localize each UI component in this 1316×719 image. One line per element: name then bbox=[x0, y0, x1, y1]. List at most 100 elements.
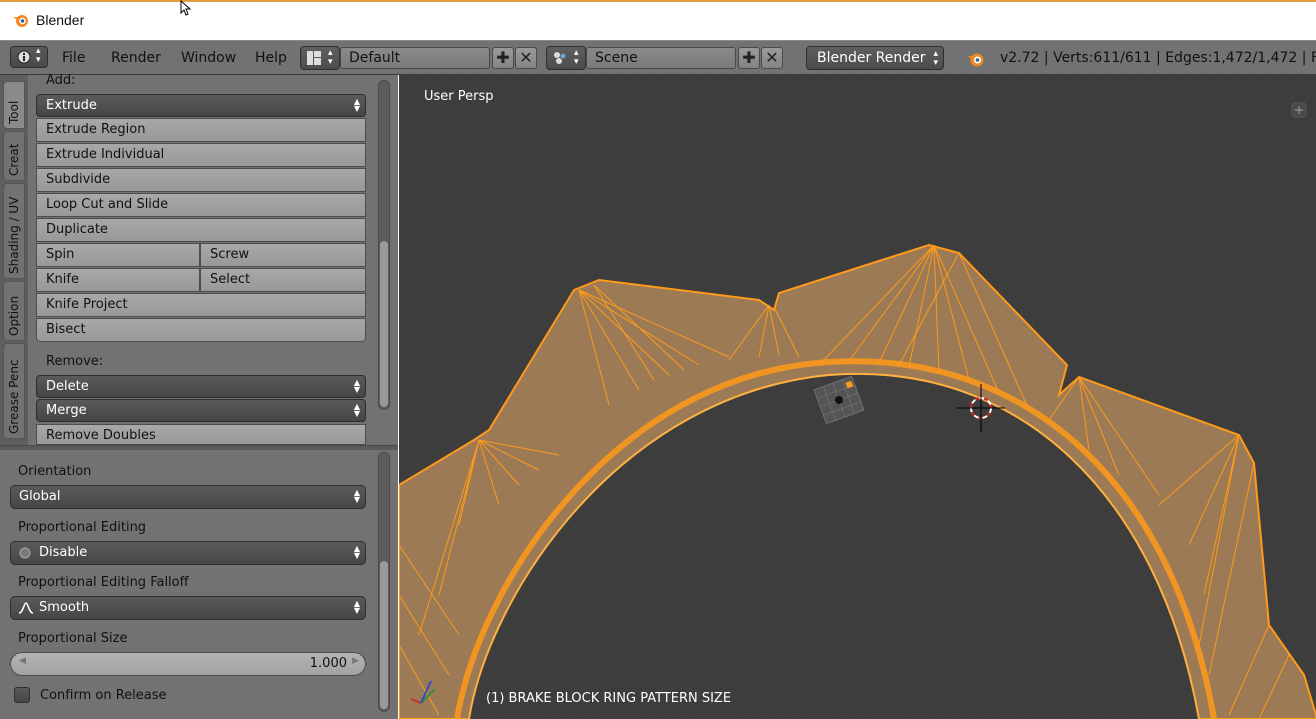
remove-section-label: Remove: bbox=[46, 354, 104, 369]
chevron-updown-icon: ▲ ▼ bbox=[353, 97, 360, 113]
view-mode-label: User Persp bbox=[424, 89, 494, 104]
tab-options-label: Option bbox=[7, 295, 21, 336]
menu-render[interactable]: Render bbox=[111, 50, 161, 66]
close-icon: ✕ bbox=[765, 48, 779, 67]
knife-select-button[interactable]: Select bbox=[200, 268, 366, 292]
info-header: ▴ ▾ File Render Window Help ▴ ▾ Default ✚ … bbox=[0, 40, 1316, 75]
operator-panel-scroll-thumb[interactable] bbox=[380, 561, 388, 709]
proportional-editing-value: Disable bbox=[39, 545, 88, 560]
proportional-editing-dropdown[interactable]: Disable ▲ ▼ bbox=[10, 541, 366, 565]
chevron-updown-icon: ▴ ▾ bbox=[36, 46, 41, 65]
remove-doubles-button[interactable]: Remove Doubles bbox=[36, 424, 366, 445]
mouse-cursor-icon bbox=[180, 0, 192, 16]
add-layout-button[interactable]: ✚ bbox=[492, 47, 514, 69]
proportional-size-field[interactable]: ◀ 1.000 ▶ bbox=[10, 652, 366, 676]
tab-tool-label: Tool bbox=[7, 100, 21, 124]
3d-viewport[interactable]: User Persp (1) BRAKE BLOCK RING PATTERN … bbox=[399, 75, 1316, 719]
screw-button[interactable]: Screw bbox=[200, 243, 366, 267]
bisect-button[interactable]: Bisect bbox=[36, 318, 366, 342]
active-object-label: (1) BRAKE BLOCK RING PATTERN SIZE bbox=[486, 691, 732, 706]
spin-button[interactable]: Spin bbox=[36, 243, 200, 267]
tool-shelf-tabs: Tool Creat Shading / UV Option Grease Pe… bbox=[0, 75, 28, 445]
falloff-label: Proportional Editing Falloff bbox=[18, 575, 189, 590]
layout-name: Default bbox=[349, 50, 401, 66]
chevron-updown-icon: ▴ ▾ bbox=[328, 48, 333, 67]
window-title: Blender bbox=[36, 12, 85, 28]
add-section-label: Add: bbox=[46, 73, 76, 88]
render-engine-dropdown[interactable]: Blender Render ▴ ▾ bbox=[806, 46, 944, 70]
chevron-updown-icon: ▲ ▼ bbox=[353, 378, 360, 394]
menu-file[interactable]: File bbox=[62, 50, 85, 66]
knife-project-button[interactable]: Knife Project bbox=[36, 293, 366, 317]
chevron-right-icon: ▶ bbox=[352, 656, 359, 666]
smooth-falloff-icon bbox=[18, 602, 34, 614]
chevron-left-icon: ◀ bbox=[19, 656, 26, 666]
chevron-updown-icon: ▲ ▼ bbox=[353, 488, 360, 504]
confirm-release-label: Confirm on Release bbox=[40, 688, 167, 703]
merge-dropdown[interactable]: Merge ▲ ▼ bbox=[36, 399, 366, 422]
scene-name: Scene bbox=[595, 50, 638, 66]
screen-layout-icon bbox=[307, 51, 321, 65]
chevron-updown-icon: ▴ ▾ bbox=[933, 49, 938, 68]
scene-icon bbox=[554, 52, 566, 64]
mesh-wireframe-render bbox=[399, 75, 1316, 719]
orientation-label: Orientation bbox=[18, 464, 92, 479]
chevron-updown-icon: ▲ ▼ bbox=[353, 402, 360, 418]
plus-icon: ✚ bbox=[496, 48, 510, 67]
subdivide-button[interactable]: Subdivide bbox=[36, 168, 366, 192]
close-icon: ✕ bbox=[519, 48, 533, 67]
orientation-dropdown[interactable]: Global ▲ ▼ bbox=[10, 485, 366, 509]
confirm-release-checkbox[interactable] bbox=[14, 687, 30, 703]
layout-name-field[interactable]: Default bbox=[340, 47, 490, 69]
tool-panel-scroll-thumb[interactable] bbox=[380, 241, 388, 407]
chevron-updown-icon: ▴ ▾ bbox=[574, 48, 579, 67]
tab-grease-pencil[interactable]: Grease Penc bbox=[3, 343, 25, 439]
tab-create[interactable]: Creat bbox=[3, 131, 25, 181]
knife-button[interactable]: Knife bbox=[36, 268, 200, 292]
viewport-region-plus-icon[interactable] bbox=[1291, 102, 1307, 118]
tab-grease-pencil-label: Grease Penc bbox=[7, 359, 21, 434]
disabled-circle-icon bbox=[19, 547, 31, 559]
blender-logo-icon bbox=[13, 15, 28, 27]
panel-divider[interactable] bbox=[0, 445, 398, 450]
add-scene-button[interactable]: ✚ bbox=[738, 47, 760, 69]
duplicate-button[interactable]: Duplicate bbox=[36, 218, 366, 242]
tab-shading-uv-label: Shading / UV bbox=[7, 196, 21, 274]
delete-scene-button[interactable]: ✕ bbox=[761, 47, 783, 69]
proportional-size-label: Proportional Size bbox=[18, 631, 128, 646]
merge-dropdown-label: Merge bbox=[46, 403, 87, 418]
tab-options[interactable]: Option bbox=[3, 281, 25, 341]
extrude-individual-button[interactable]: Extrude Individual bbox=[36, 143, 366, 167]
plus-icon: ✚ bbox=[742, 48, 756, 67]
tool-panel-scrollbar[interactable] bbox=[378, 80, 390, 410]
delete-layout-button[interactable]: ✕ bbox=[515, 47, 537, 69]
delete-dropdown[interactable]: Delete ▲ ▼ bbox=[36, 375, 366, 398]
scene-statistics: v2.72 | Verts:611/611 | Edges:1,472/1,47… bbox=[1000, 50, 1316, 66]
extrude-dropdown[interactable]: Extrude ▲ ▼ bbox=[36, 94, 366, 117]
editor-type-button[interactable]: ▴ ▾ bbox=[10, 46, 48, 68]
delete-dropdown-label: Delete bbox=[46, 379, 89, 394]
extrude-region-button[interactable]: Extrude Region bbox=[36, 118, 366, 142]
scene-name-field[interactable]: Scene bbox=[586, 47, 736, 69]
orientation-value: Global bbox=[19, 489, 61, 504]
window-titlebar: Blender bbox=[0, 0, 1316, 40]
tab-create-label: Creat bbox=[7, 143, 21, 177]
tab-shading-uv[interactable]: Shading / UV bbox=[3, 183, 25, 279]
proportional-editing-label: Proportional Editing bbox=[18, 520, 147, 535]
extrude-dropdown-label: Extrude bbox=[46, 98, 97, 113]
render-engine-label: Blender Render bbox=[817, 50, 926, 66]
falloff-value: Smooth bbox=[39, 600, 90, 615]
chevron-updown-icon: ▲ ▼ bbox=[353, 544, 360, 560]
proportional-size-value: 1.000 bbox=[309, 656, 347, 671]
operator-panel-scrollbar[interactable] bbox=[378, 452, 390, 712]
chevron-updown-icon: ▲ ▼ bbox=[353, 599, 360, 615]
menu-help[interactable]: Help bbox=[255, 50, 287, 66]
menu-window[interactable]: Window bbox=[181, 50, 236, 66]
info-icon bbox=[17, 50, 31, 64]
loop-cut-slide-button[interactable]: Loop Cut and Slide bbox=[36, 193, 366, 217]
tab-tool[interactable]: Tool bbox=[3, 81, 25, 129]
scene-selector-button[interactable]: ▴ ▾ bbox=[546, 46, 586, 70]
falloff-dropdown[interactable]: Smooth ▲ ▼ bbox=[10, 596, 366, 620]
layout-selector-button[interactable]: ▴ ▾ bbox=[300, 46, 340, 70]
blender-logo-icon bbox=[967, 53, 984, 67]
